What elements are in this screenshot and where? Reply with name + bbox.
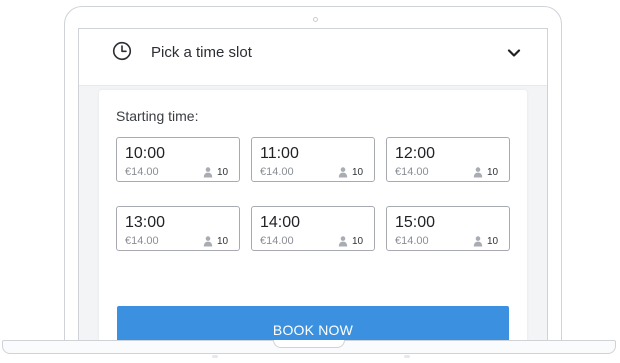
laptop-foot	[404, 355, 410, 358]
person-icon	[473, 167, 483, 178]
clock-icon	[112, 41, 132, 61]
laptop-base-notch	[273, 340, 345, 348]
time-slot-14-00[interactable]: 14:00 €14.00 10	[251, 206, 375, 251]
time-slot-10-00[interactable]: 10:00 €14.00 10	[116, 137, 240, 182]
book-now-button[interactable]: BOOK NOW	[117, 306, 509, 342]
slot-price: €14.00	[395, 235, 429, 247]
header-title: Pick a time slot	[151, 44, 252, 61]
booking-card: Starting time: 10:00 €14.00 10 11:00 €14…	[99, 90, 527, 342]
time-slot-15-00[interactable]: 15:00 €14.00 10	[386, 206, 510, 251]
person-icon	[473, 236, 483, 247]
slot-time: 10:00	[125, 145, 166, 162]
time-slot-11-00[interactable]: 11:00 €14.00 10	[251, 137, 375, 182]
starting-time-label: Starting time:	[116, 108, 199, 124]
slot-time: 13:00	[125, 214, 166, 231]
slot-time: 15:00	[395, 214, 436, 231]
chevron-down-icon[interactable]	[507, 48, 521, 58]
slot-capacity: 10	[217, 236, 229, 247]
person-icon	[338, 167, 348, 178]
time-slot-12-00[interactable]: 12:00 €14.00 10	[386, 137, 510, 182]
time-slot-13-00[interactable]: 13:00 €14.00 10	[116, 206, 240, 251]
slot-capacity: 10	[352, 236, 364, 247]
slot-price: €14.00	[260, 235, 294, 247]
slot-capacity: 10	[217, 167, 229, 178]
camera-icon	[313, 17, 318, 22]
time-slot-header[interactable]: Pick a time slot	[79, 29, 547, 86]
stage: Pick a time slot Starting time: 10:00 €1…	[0, 0, 620, 363]
slot-time: 12:00	[395, 145, 436, 162]
person-icon	[203, 167, 213, 178]
slot-price: €14.00	[260, 166, 294, 178]
slot-capacity: 10	[352, 167, 364, 178]
slot-time: 14:00	[260, 214, 301, 231]
slot-price: €14.00	[125, 166, 159, 178]
slot-time: 11:00	[260, 145, 299, 162]
slot-capacity: 10	[487, 236, 499, 247]
slot-price: €14.00	[395, 166, 429, 178]
slot-capacity: 10	[487, 167, 499, 178]
laptop-screen: Pick a time slot Starting time: 10:00 €1…	[78, 28, 548, 342]
person-icon	[338, 236, 348, 247]
laptop-foot	[212, 355, 218, 358]
slot-price: €14.00	[125, 235, 159, 247]
person-icon	[203, 236, 213, 247]
